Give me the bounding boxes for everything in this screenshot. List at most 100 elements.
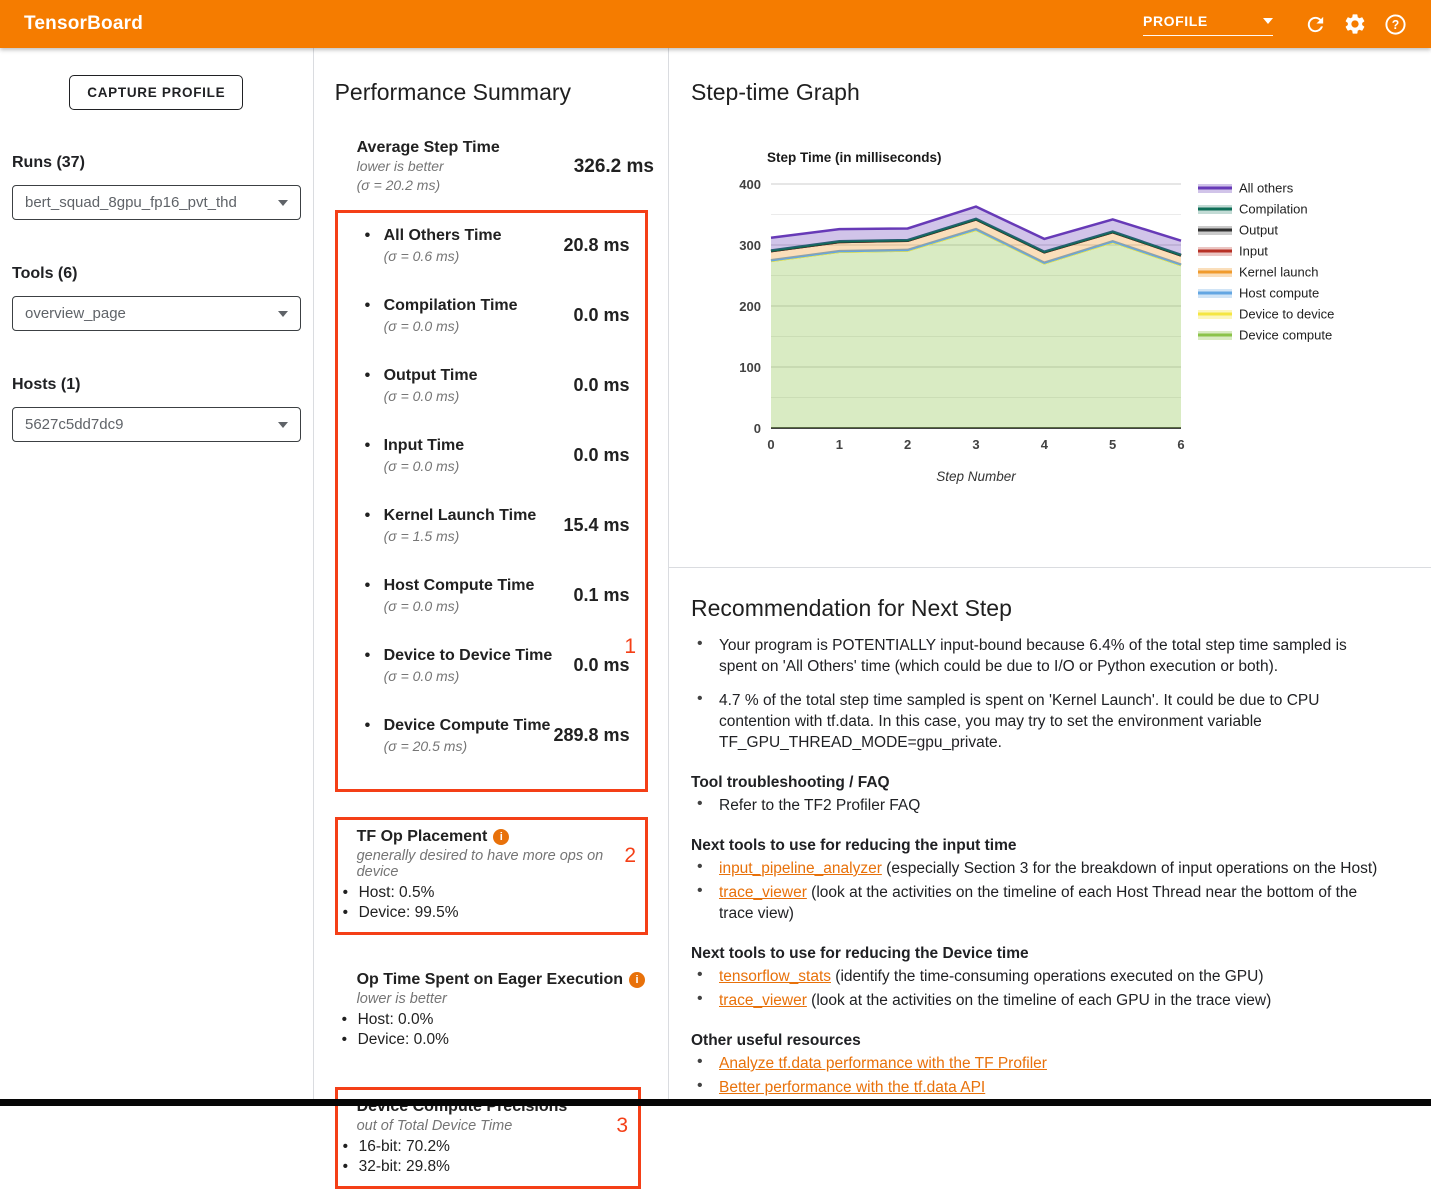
eager-execution-title: Op Time Spent on Eager Execution i xyxy=(357,971,668,989)
bullet-icon: • xyxy=(365,647,384,665)
average-step-time-value: 326.2 ms xyxy=(574,156,654,178)
list-item: •Host: 0.0% xyxy=(339,1010,668,1030)
recommendation-sections: Tool troubleshooting / FAQ•Refer to the … xyxy=(691,774,1391,1098)
metric-row: •Host Compute Time(σ = 0.0 ms)0.1 ms xyxy=(338,577,645,614)
chart-title: Step Time (in milliseconds) xyxy=(767,150,942,165)
metric-label: •Kernel Launch Time xyxy=(365,507,537,525)
y-tick-label: 400 xyxy=(739,177,761,192)
chevron-down-icon xyxy=(278,422,288,428)
legend-label: Kernel launch xyxy=(1239,265,1319,280)
tool-link[interactable]: input_pipeline_analyzer xyxy=(719,860,882,877)
metric-label: •Device Compute Time xyxy=(365,717,551,735)
legend-label: Compilation xyxy=(1239,202,1308,217)
metrics-annotation-box: •All Others Time(σ = 0.6 ms)20.8 ms•Comp… xyxy=(335,210,648,792)
x-tick-label: 3 xyxy=(972,437,979,452)
list-item: •Device: 99.5% xyxy=(340,903,637,923)
y-tick-label: 0 xyxy=(754,421,761,436)
tool-link[interactable]: tensorflow_stats xyxy=(719,968,831,985)
bullet-icon: • xyxy=(342,1010,358,1030)
right-panel: Step-time Graph Step Time (in millisecon… xyxy=(669,48,1431,1106)
tf-op-placement-title: TF Op Placement i xyxy=(357,828,637,846)
legend-label: Input xyxy=(1239,244,1268,259)
tool-link[interactable]: trace_viewer xyxy=(719,992,807,1009)
section-item: •trace_viewer (look at the activities on… xyxy=(691,882,1391,924)
eager-execution-title-text: Op Time Spent on Eager Execution xyxy=(357,971,623,989)
bullet-icon: • xyxy=(343,1157,359,1177)
tool-link[interactable]: trace_viewer xyxy=(719,884,807,901)
annotation-number-2: 2 xyxy=(624,844,636,868)
metric-sigma: (σ = 0.0 ms) xyxy=(384,318,518,334)
tf-op-placement-wrap: TF Op Placement i generally desired to h… xyxy=(335,817,668,935)
metric-row: •Device to Device Time(σ = 0.0 ms)0.0 ms xyxy=(338,647,645,684)
section-item: •tensorflow_stats (identify the time-con… xyxy=(691,966,1391,987)
sidebar: CAPTURE PROFILE Runs (37) bert_squad_8gp… xyxy=(0,48,314,1106)
chevron-down-icon xyxy=(278,311,288,317)
runs-select[interactable]: bert_squad_8gpu_fp16_pvt_thd xyxy=(12,185,301,220)
metric-label: •Compilation Time xyxy=(365,297,518,315)
capture-profile-button[interactable]: CAPTURE PROFILE xyxy=(69,75,243,110)
metric-row: •Kernel Launch Time(σ = 1.5 ms)15.4 ms xyxy=(338,507,645,544)
x-tick-label: 0 xyxy=(767,437,774,452)
metric-sigma: (σ = 0.0 ms) xyxy=(384,458,465,474)
tools-select[interactable]: overview_page xyxy=(12,296,301,331)
metric-label: •Host Compute Time xyxy=(365,577,535,595)
metric-sigma: (σ = 0.6 ms) xyxy=(384,248,502,264)
app-title: TensorBoard xyxy=(24,13,143,35)
recommendation-bullet: •Your program is POTENTIALLY input-bound… xyxy=(691,635,1381,677)
help-button[interactable]: ? xyxy=(1375,4,1415,44)
metric-label: •Input Time xyxy=(365,437,465,455)
metric-value: 20.8 ms xyxy=(564,235,630,256)
tf-op-placement-title-text: TF Op Placement xyxy=(357,828,488,846)
section-heading: Next tools to use for reducing the Devic… xyxy=(691,945,1381,963)
step-time-graph-card: Step-time Graph Step Time (in millisecon… xyxy=(669,79,1431,568)
list-item: •Device: 0.0% xyxy=(339,1030,668,1050)
eager-execution-list: •Host: 0.0%•Device: 0.0% xyxy=(339,1010,668,1049)
annotation-number-3: 3 xyxy=(616,1114,628,1138)
bullet-icon: • xyxy=(365,437,384,455)
metric-sigma: (σ = 20.5 ms) xyxy=(384,738,551,754)
metric-value: 0.0 ms xyxy=(574,655,630,676)
metric-value: 289.8 ms xyxy=(554,725,630,746)
bullet-icon: • xyxy=(365,577,384,595)
bullet-icon: • xyxy=(343,1137,359,1157)
tf-op-placement-box: TF Op Placement i generally desired to h… xyxy=(335,817,648,935)
dashboard-selector-value: PROFILE xyxy=(1143,13,1208,29)
precision-list: •16-bit: 70.2%•32-bit: 29.8% xyxy=(340,1137,630,1176)
info-icon[interactable]: i xyxy=(493,829,509,845)
x-tick-label: 1 xyxy=(836,437,843,452)
runs-group: Runs (37) bert_squad_8gpu_fp16_pvt_thd xyxy=(12,154,301,220)
settings-button[interactable] xyxy=(1335,4,1375,44)
app-header: TensorBoard PROFILE ? xyxy=(0,0,1431,48)
help-icon: ? xyxy=(1384,13,1407,36)
metric-sigma: (σ = 1.5 ms) xyxy=(384,528,537,544)
tf-op-placement-list: •Host: 0.5%•Device: 99.5% xyxy=(340,883,637,922)
metric-value: 0.0 ms xyxy=(574,375,630,396)
recommendation-card: Recommendation for Next Step •Your progr… xyxy=(669,595,1431,1098)
refresh-button[interactable] xyxy=(1295,4,1335,44)
recommendation-bullet: •4.7 % of the total step time sampled is… xyxy=(691,690,1381,753)
step-time-chart-svg: Step Time (in milliseconds)0100200300400… xyxy=(719,146,1409,491)
tool-link[interactable]: Better performance with the tf.data API xyxy=(719,1079,985,1096)
recommendation-title: Recommendation for Next Step xyxy=(691,595,1391,622)
eager-execution-block: Op Time Spent on Eager Execution i lower… xyxy=(339,971,668,1049)
metrics-box-wrap: •All Others Time(σ = 0.6 ms)20.8 ms•Comp… xyxy=(335,210,668,792)
bullet-icon: • xyxy=(691,858,719,879)
tool-link[interactable]: Analyze tf.data performance with the TF … xyxy=(719,1055,1047,1072)
svg-text:?: ? xyxy=(1391,17,1399,31)
dashboard-selector[interactable]: PROFILE xyxy=(1143,13,1273,36)
average-step-time-sub2: (σ = 20.2 ms) xyxy=(357,176,500,195)
refresh-icon xyxy=(1304,13,1327,36)
x-tick-label: 5 xyxy=(1109,437,1116,452)
bullet-icon: • xyxy=(365,227,384,245)
metric-value: 0.1 ms xyxy=(574,585,630,606)
main-area: CAPTURE PROFILE Runs (37) bert_squad_8gp… xyxy=(0,48,1431,1106)
list-item: •Host: 0.5% xyxy=(340,883,637,903)
y-tick-label: 200 xyxy=(739,299,761,314)
gear-icon xyxy=(1343,12,1367,36)
average-step-time-row: Average Step Time lower is better (σ = 2… xyxy=(335,139,668,195)
hosts-select[interactable]: 5627c5dd7dc9 xyxy=(12,407,301,442)
bullet-icon: • xyxy=(691,1053,719,1074)
list-item: •16-bit: 70.2% xyxy=(340,1137,630,1157)
y-tick-label: 300 xyxy=(739,238,761,253)
info-icon[interactable]: i xyxy=(629,972,645,988)
